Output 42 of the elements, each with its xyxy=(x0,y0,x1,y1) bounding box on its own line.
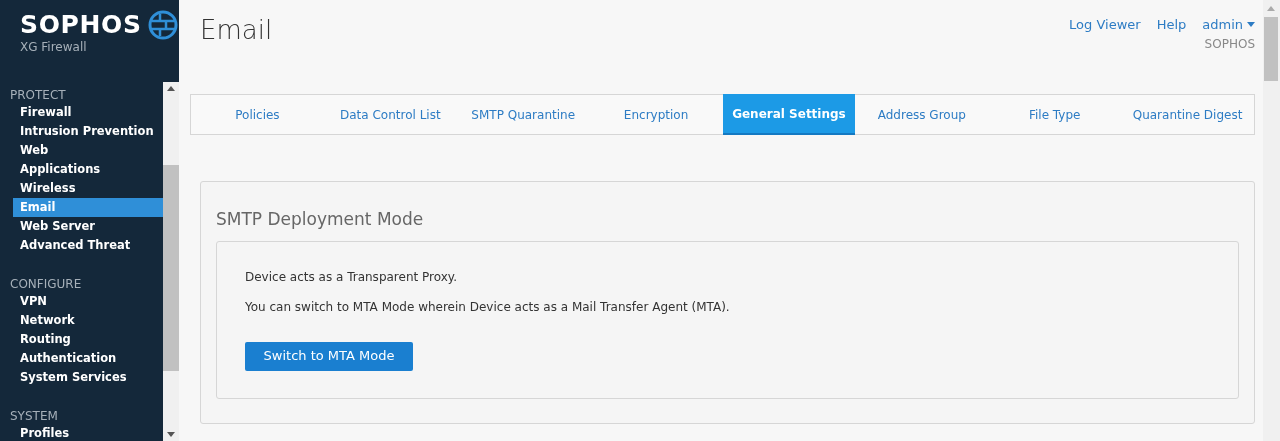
switch-mode-button[interactable]: Switch to MTA Mode xyxy=(245,341,413,371)
sidebar-item[interactable]: Wireless xyxy=(13,179,163,198)
caret-icon xyxy=(1247,22,1255,28)
sidebar-item[interactable]: Routing xyxy=(13,330,163,349)
page-title: Email xyxy=(200,14,273,47)
tab[interactable]: SMTP Quarantine xyxy=(456,95,590,134)
section-heading: PROTECT xyxy=(9,88,66,103)
sidebar-item[interactable]: Applications xyxy=(13,160,163,179)
scroll-thumb[interactable] xyxy=(1264,17,1278,81)
sidebar-item[interactable]: Authentication xyxy=(13,349,163,368)
sidebar-item[interactable]: Web xyxy=(13,141,163,160)
panel-title: SMTP Deployment Mode xyxy=(216,208,425,231)
organization-name: SOPHOS xyxy=(1204,35,1255,53)
scroll-up-icon[interactable] xyxy=(167,86,175,91)
sidebar-item[interactable]: VPN xyxy=(13,292,163,311)
scroll-down-icon[interactable] xyxy=(167,432,175,437)
section-heading: SYSTEM xyxy=(9,409,58,424)
page-scrollbar[interactable] xyxy=(1263,0,1280,441)
tab[interactable]: Encryption xyxy=(589,95,723,134)
sidebar-item[interactable]: Web Server xyxy=(13,217,163,236)
brick-wall-globe-icon xyxy=(147,10,178,40)
sidebar-item[interactable]: Advanced Threat xyxy=(13,236,163,255)
product-name: XG Firewall xyxy=(20,40,87,54)
sidebar-item[interactable]: Profiles xyxy=(13,424,163,441)
tab[interactable]: File Type xyxy=(988,95,1122,134)
description-text: You can switch to MTA Mode wherein Device acts as a Mail Transfer Agent (MTA). xyxy=(245,298,731,316)
section-heading: CONFIGURE xyxy=(9,277,82,292)
tab[interactable]: Policies xyxy=(191,95,324,134)
tab[interactable]: Quarantine Digest xyxy=(1121,95,1254,134)
scroll-thumb[interactable] xyxy=(163,165,179,371)
header-link[interactable]: Log Viewer xyxy=(1069,15,1141,94)
description-text: Device acts as a Transparent Proxy. xyxy=(245,268,458,286)
sidebar-item[interactable]: Network xyxy=(13,311,163,330)
sidebar-item[interactable]: Firewall xyxy=(13,103,163,122)
header-link[interactable]: Help xyxy=(1156,15,1187,94)
tab[interactable]: Data Control List xyxy=(323,95,457,134)
sidebar-item[interactable]: System Services xyxy=(13,368,163,387)
sidebar-scrollbar[interactable] xyxy=(163,82,179,441)
sidebar-item[interactable]: Intrusion Prevention xyxy=(13,122,163,141)
brand-logo-text: SOPHOS xyxy=(20,10,142,40)
tab[interactable]: Address Group xyxy=(855,95,989,134)
user-menu[interactable]: admin xyxy=(1202,15,1255,35)
